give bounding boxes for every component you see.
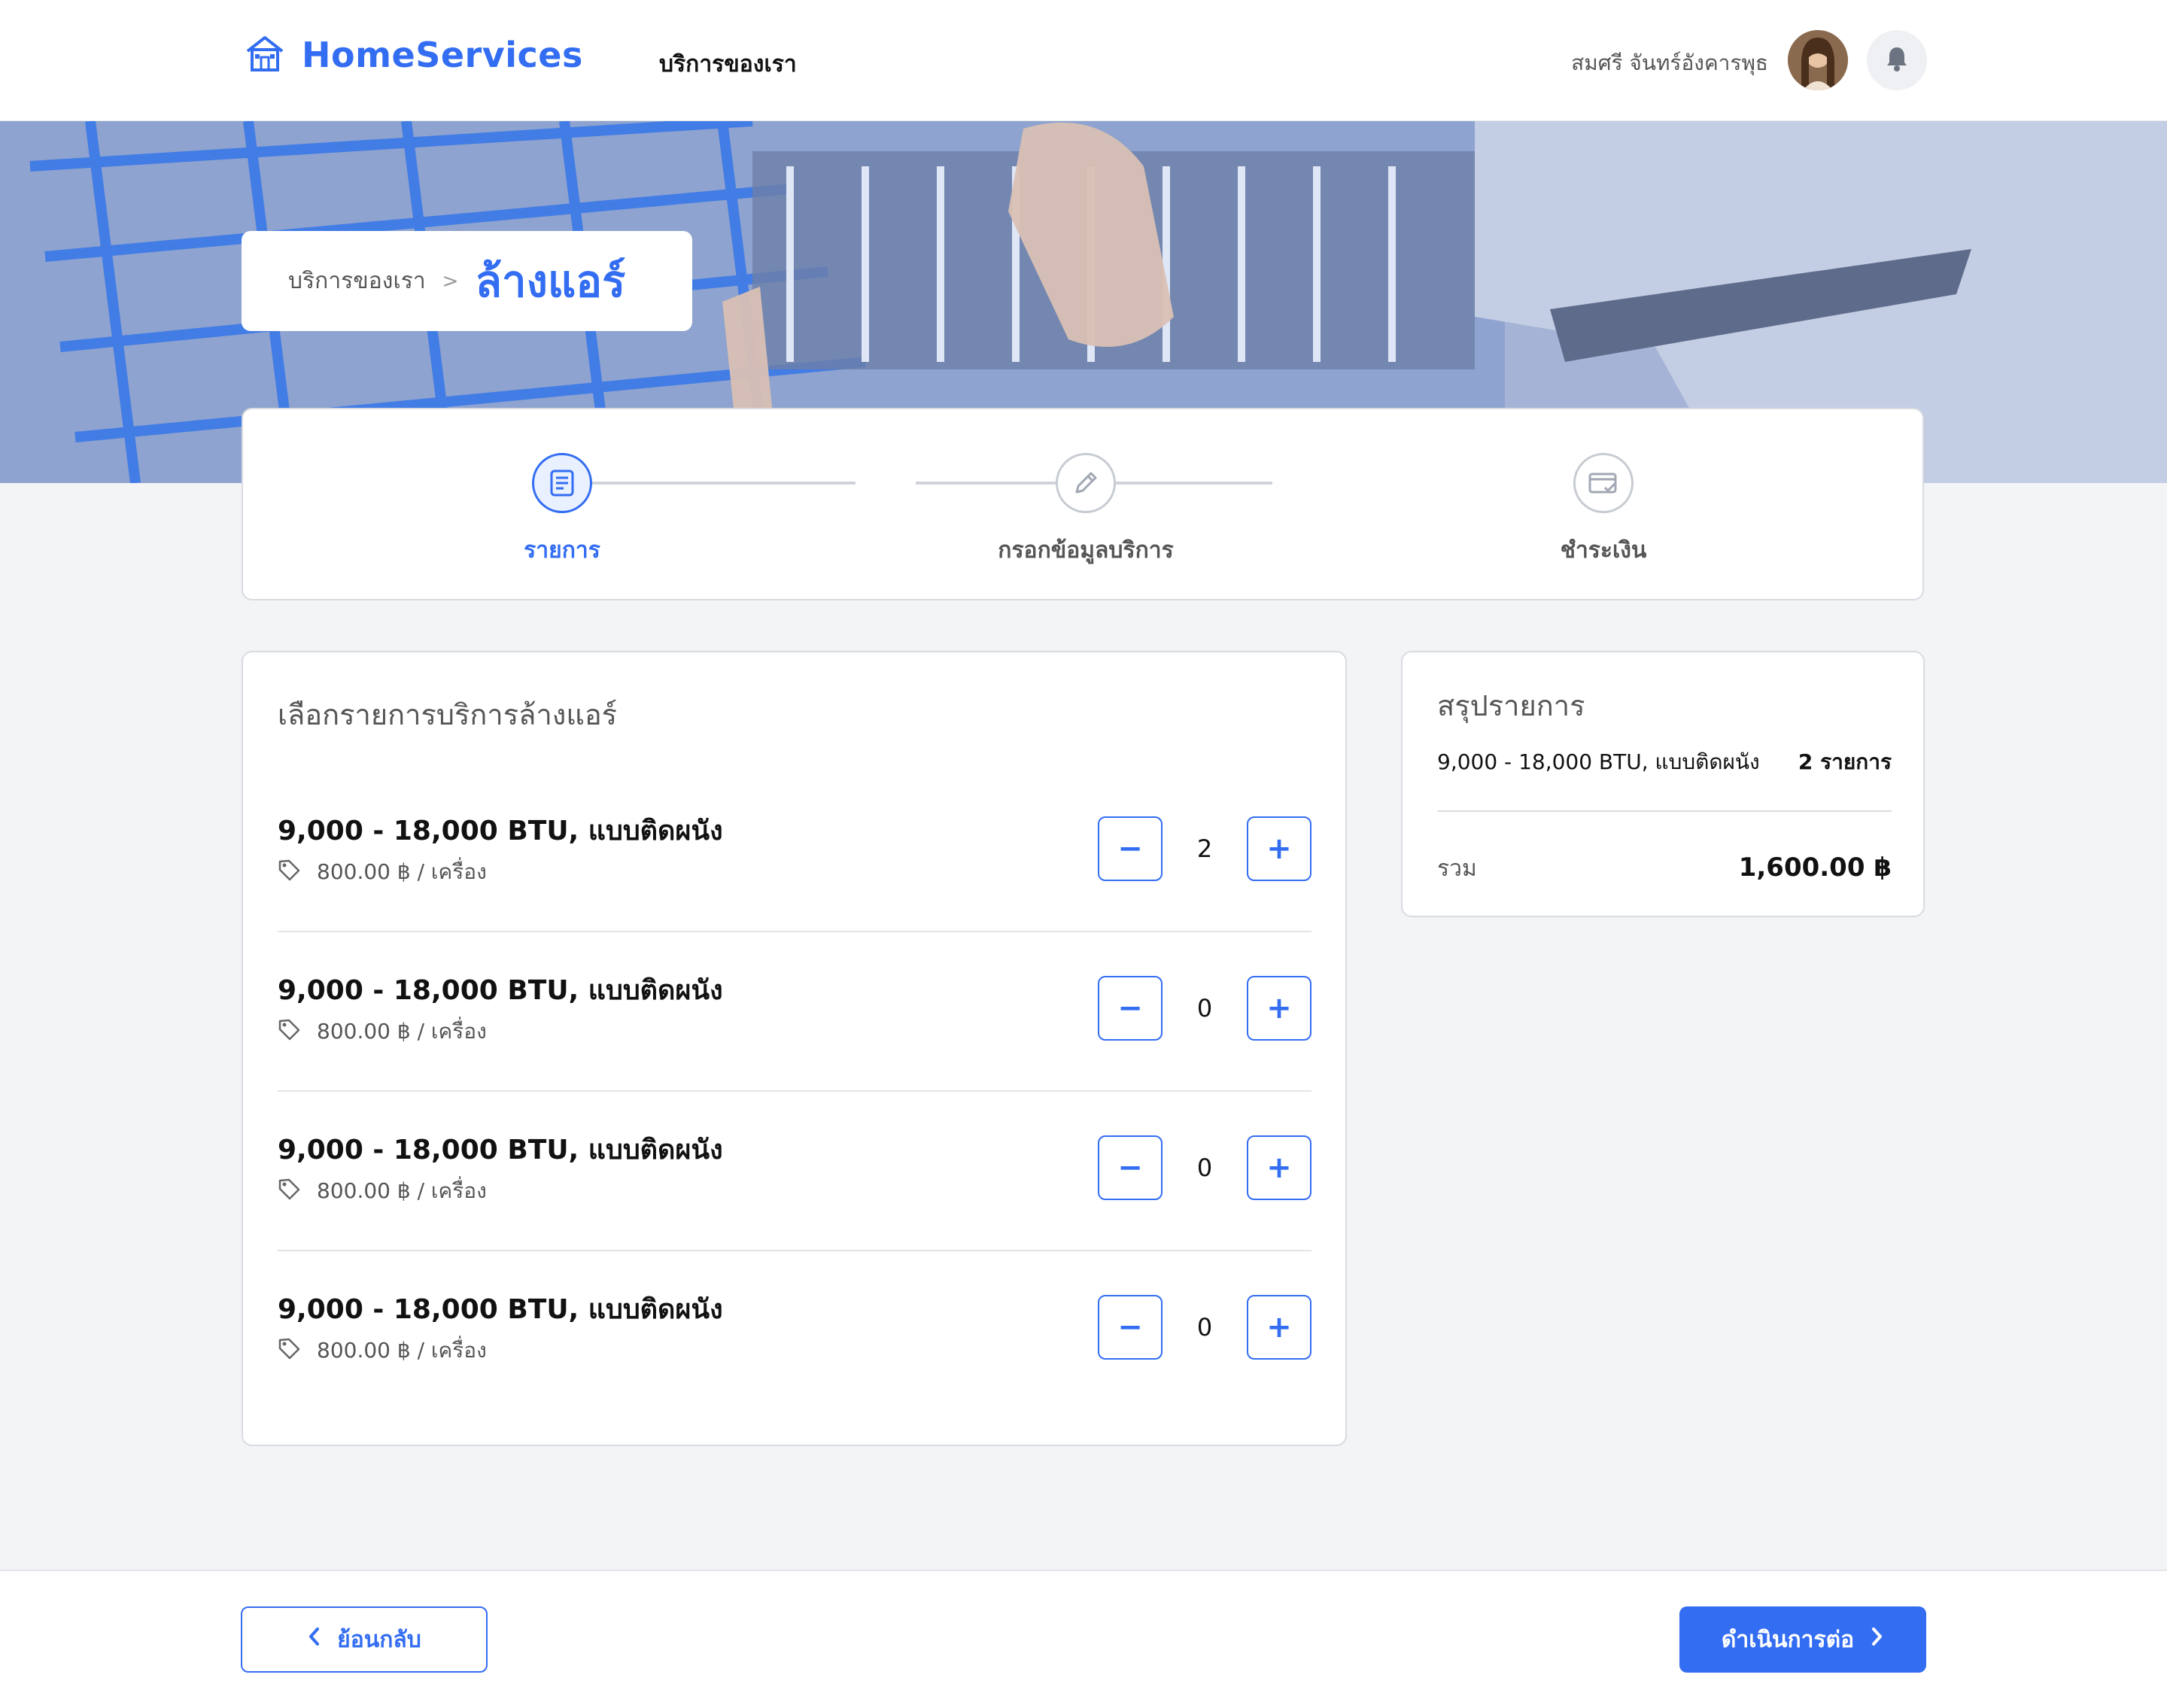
list-item: 9,000 - 18,000 BTU, แบบติดผนัง 800.00 ฿ … bbox=[278, 773, 1311, 932]
service-list-title: เลือกรายการบริการล้างแอร์ bbox=[278, 698, 618, 731]
summary-title: สรุปรายการ bbox=[1437, 689, 1585, 722]
service-list-card: เลือกรายการบริการล้างแอร์ 9,000 - 18,000… bbox=[242, 651, 1347, 1446]
brand-name: HomeServices bbox=[302, 35, 583, 75]
quantity-stepper: − 0 + bbox=[1098, 976, 1311, 1041]
quantity-value: 0 bbox=[1196, 994, 1213, 1023]
list-icon bbox=[532, 453, 592, 513]
divider bbox=[1437, 810, 1892, 812]
chevron-left-icon bbox=[307, 1626, 321, 1653]
progress-stepper: รายการ กรอกข้อมูลบริการ ชำระเงิน bbox=[242, 408, 1924, 600]
card-check-icon bbox=[1573, 453, 1634, 513]
increase-button[interactable]: + bbox=[1247, 976, 1311, 1041]
increase-button[interactable]: + bbox=[1247, 1295, 1311, 1360]
total-label: รวม bbox=[1437, 856, 1477, 882]
item-name: 9,000 - 18,000 BTU, แบบติดผนัง bbox=[278, 816, 723, 846]
quantity-stepper: − 0 + bbox=[1098, 1295, 1311, 1360]
breadcrumb-separator: > bbox=[442, 269, 459, 293]
item-name: 9,000 - 18,000 BTU, แบบติดผนัง bbox=[278, 1135, 723, 1166]
decrease-button[interactable]: − bbox=[1098, 1295, 1163, 1360]
top-navbar: HomeServices บริการของเรา สมศรี จันทร์อั… bbox=[0, 0, 2167, 121]
item-price: 800.00 ฿ / เครื่อง bbox=[278, 1015, 487, 1048]
avatar[interactable] bbox=[1788, 30, 1848, 90]
quantity-value: 0 bbox=[1196, 1313, 1213, 1342]
increase-button[interactable]: + bbox=[1247, 816, 1311, 881]
chevron-right-icon bbox=[1871, 1626, 1884, 1653]
item-price-text: 800.00 ฿ / เครื่อง bbox=[317, 1019, 487, 1044]
item-price: 800.00 ฿ / เครื่อง bbox=[278, 1175, 487, 1208]
summary-total: รวม 1,600.00 ฿ bbox=[1437, 851, 1892, 886]
quantity-stepper: − 2 + bbox=[1098, 816, 1311, 881]
breadcrumb: บริการของเรา > ล้างแอร์ bbox=[242, 231, 692, 331]
tag-icon bbox=[278, 1018, 300, 1046]
nav-link-our-services[interactable]: บริการของเรา bbox=[659, 47, 797, 82]
decrease-button[interactable]: − bbox=[1098, 1135, 1163, 1200]
summary-row: 9,000 - 18,000 BTU, แบบติดผนัง 2 รายการ bbox=[1437, 746, 1892, 779]
user-name: สมศรี จันทร์อังคารพุธ bbox=[1571, 50, 1768, 75]
house-icon bbox=[245, 35, 285, 75]
decrease-button[interactable]: − bbox=[1098, 976, 1163, 1041]
list-item: 9,000 - 18,000 BTU, แบบติดผนัง 800.00 ฿ … bbox=[278, 1251, 1311, 1411]
item-price-text: 800.00 ฿ / เครื่อง bbox=[317, 859, 487, 884]
total-value: 1,600.00 ฿ bbox=[1738, 852, 1892, 883]
item-price-text: 800.00 ฿ / เครื่อง bbox=[317, 1338, 487, 1363]
list-item: 9,000 - 18,000 BTU, แบบติดผนัง 800.00 ฿ … bbox=[278, 1092, 1311, 1251]
increase-button[interactable]: + bbox=[1247, 1135, 1311, 1200]
breadcrumb-parent[interactable]: บริการของเรา bbox=[288, 263, 426, 299]
back-button[interactable]: ย้อนกลับ bbox=[241, 1606, 488, 1673]
continue-button-label: ดำเนินการต่อ bbox=[1721, 1626, 1855, 1653]
decrease-button[interactable]: − bbox=[1098, 816, 1163, 881]
pencil-icon bbox=[1056, 453, 1116, 513]
summary-item-name: 9,000 - 18,000 BTU, แบบติดผนัง bbox=[1437, 749, 1760, 774]
tag-icon bbox=[278, 1337, 300, 1365]
item-name: 9,000 - 18,000 BTU, แบบติดผนัง bbox=[278, 975, 723, 1006]
continue-button[interactable]: ดำเนินการต่อ bbox=[1679, 1606, 1926, 1673]
tag-icon bbox=[278, 1178, 300, 1205]
footer-bar: ย้อนกลับ ดำเนินการต่อ bbox=[0, 1570, 2167, 1708]
step-details: กรอกข้อมูลบริการ bbox=[935, 453, 1236, 568]
step-label: รายการ bbox=[524, 537, 600, 564]
quantity-stepper: − 0 + bbox=[1098, 1135, 1311, 1200]
summary-item-count: 2 รายการ bbox=[1798, 749, 1892, 774]
quantity-value: 0 bbox=[1196, 1153, 1213, 1182]
brand-logo[interactable]: HomeServices bbox=[245, 35, 583, 75]
list-item: 9,000 - 18,000 BTU, แบบติดผนัง 800.00 ฿ … bbox=[278, 932, 1311, 1092]
quantity-value: 2 bbox=[1196, 834, 1213, 863]
order-summary-card: สรุปรายการ 9,000 - 18,000 BTU, แบบติดผนั… bbox=[1401, 651, 1925, 917]
tag-icon bbox=[278, 859, 300, 886]
notification-button[interactable] bbox=[1867, 30, 1927, 90]
item-name: 9,000 - 18,000 BTU, แบบติดผนัง bbox=[278, 1294, 723, 1325]
item-price-text: 800.00 ฿ / เครื่อง bbox=[317, 1178, 487, 1203]
back-button-label: ย้อนกลับ bbox=[337, 1626, 421, 1653]
page-title: ล้างแอร์ bbox=[475, 256, 626, 307]
step-payment: ชำระเงิน bbox=[1453, 453, 1754, 568]
item-price: 800.00 ฿ / เครื่อง bbox=[278, 1334, 487, 1367]
item-price: 800.00 ฿ / เครื่อง bbox=[278, 856, 487, 889]
step-label: กรอกข้อมูลบริการ bbox=[998, 537, 1174, 564]
step-label: ชำระเงิน bbox=[1560, 537, 1647, 564]
step-list: รายการ bbox=[412, 453, 713, 568]
bell-icon bbox=[1886, 46, 1908, 74]
